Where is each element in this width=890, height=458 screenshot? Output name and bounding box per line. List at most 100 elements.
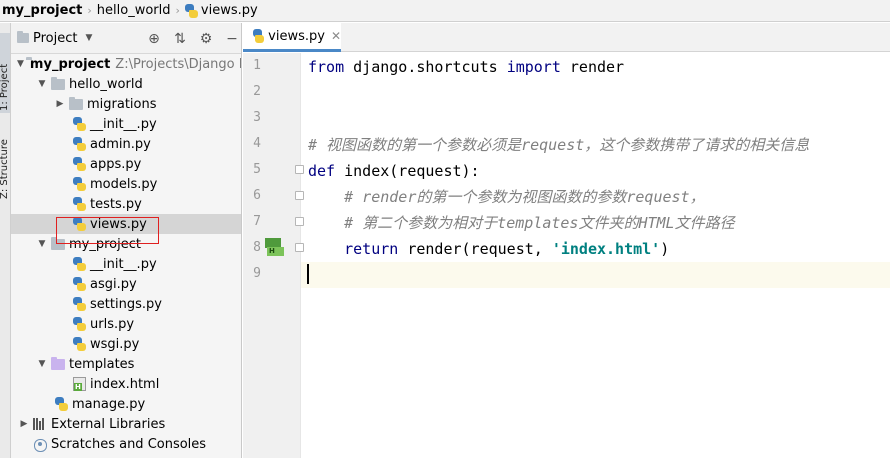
- gear-icon[interactable]: ⚙: [197, 30, 215, 48]
- chevron-down-icon: ▼: [85, 33, 93, 43]
- tab-label: views.py: [268, 28, 325, 44]
- editor-gutter: 1 2 3 4 5 6 7 8 9 H: [243, 53, 304, 458]
- python-file-icon: [73, 117, 86, 131]
- tree-item-label: tests.py: [90, 196, 142, 212]
- line-number: 2: [253, 84, 261, 99]
- html-file-icon: H: [73, 377, 86, 391]
- tree-item-label: settings.py: [90, 296, 162, 312]
- tree-item-label: urls.py: [90, 316, 135, 332]
- folder-icon: [69, 96, 83, 110]
- tree-item-wsgi[interactable]: wsgi.py: [11, 334, 241, 354]
- template-folder-icon: [51, 356, 65, 370]
- code-line-5: def index(request):: [308, 158, 480, 184]
- fold-end-icon[interactable]: [295, 243, 304, 252]
- chevron-down-icon[interactable]: ▼: [17, 59, 24, 69]
- chevron-down-icon[interactable]: ▼: [35, 79, 49, 89]
- tree-item-label: views.py: [90, 216, 147, 232]
- tree-item-my-project[interactable]: ▼ my_project Z:\Projects\Django P: [11, 54, 241, 74]
- tool-window-strip: 1: Project Z: Structure: [0, 23, 11, 458]
- code-text: index(request):: [335, 162, 480, 180]
- tree-item-pkg-init[interactable]: __init__.py: [11, 254, 241, 274]
- tree-item-urls[interactable]: urls.py: [11, 314, 241, 334]
- hide-icon[interactable]: −: [223, 30, 241, 48]
- code-text: ): [660, 240, 670, 258]
- chevron-down-icon[interactable]: ▼: [35, 359, 49, 369]
- code-line-8: return render(request, 'index.html'): [308, 236, 669, 262]
- tree-item-templates[interactable]: ▼ templates: [11, 354, 241, 374]
- tree-item-settings[interactable]: settings.py: [11, 294, 241, 314]
- python-file-icon: [73, 297, 86, 311]
- python-file-icon: [73, 317, 86, 331]
- tree-item-hello-world[interactable]: ▼ hello_world: [11, 74, 241, 94]
- close-icon[interactable]: ✕: [331, 29, 341, 43]
- tree-item-label: hello_world: [69, 76, 143, 92]
- breadcrumb-file[interactable]: views.py: [184, 3, 258, 18]
- structure-tool-tab[interactable]: Z: Structure: [0, 119, 10, 199]
- tree-item-views[interactable]: views.py: [11, 214, 241, 234]
- target-icon[interactable]: ⊕: [145, 30, 163, 48]
- tree-item-index-html[interactable]: H index.html: [11, 374, 241, 394]
- python-file-icon: [73, 257, 86, 271]
- python-file-icon: [55, 397, 68, 411]
- folder-icon: [51, 76, 65, 90]
- breadcrumb-folder[interactable]: hello_world: [97, 3, 171, 18]
- tree-item-apps[interactable]: apps.py: [11, 154, 241, 174]
- libraries-icon: [33, 418, 47, 430]
- tree-item-my-project-package[interactable]: ▼ my_project: [11, 234, 241, 254]
- tree-item-label: apps.py: [90, 156, 142, 172]
- tree-item-external-libraries[interactable]: ▶ External Libraries: [11, 414, 241, 434]
- keyword: def: [308, 162, 336, 180]
- tree-item-tests[interactable]: tests.py: [11, 194, 241, 214]
- keyword: return: [308, 240, 399, 258]
- tree-item-label: index.html: [90, 376, 160, 392]
- tab-views-py[interactable]: views.py ✕: [243, 23, 341, 52]
- python-file-icon: [73, 277, 86, 291]
- editor-tab-bar: views.py ✕: [243, 23, 890, 52]
- code-line-9-current: [301, 262, 890, 288]
- code-line-6: # render的第一个参数为视图函数的参数request，: [308, 188, 705, 206]
- project-panel: Project ▼ ⊕ ⇅ ⚙ − ▼ my_project Z:\Projec…: [11, 23, 242, 458]
- breadcrumb-file-label: views.py: [200, 3, 258, 18]
- keyword: from: [308, 58, 345, 76]
- tree-item-label: asgi.py: [90, 276, 137, 292]
- chevron-right-icon[interactable]: ▶: [53, 99, 67, 109]
- project-view-dropdown[interactable]: Project ▼: [17, 31, 92, 46]
- tree-item-scratches[interactable]: Scratches and Consoles: [11, 434, 241, 454]
- breadcrumb-project[interactable]: my_project: [2, 3, 82, 18]
- fold-marker-icon: [295, 217, 304, 226]
- line-number: 3: [253, 110, 261, 125]
- template-link-icon[interactable]: H: [265, 238, 285, 258]
- tree-item-label: External Libraries: [51, 416, 166, 432]
- code-line-1: from django.shortcuts import render: [308, 54, 624, 80]
- breadcrumb: my_project › hello_world › views.py: [0, 0, 890, 22]
- tree-item-asgi[interactable]: asgi.py: [11, 274, 241, 294]
- line-number: 8: [253, 240, 261, 255]
- tree-item-label: admin.py: [90, 136, 151, 152]
- python-file-icon: [73, 197, 86, 211]
- tree-item-models[interactable]: models.py: [11, 174, 241, 194]
- tree-item-manage[interactable]: manage.py: [11, 394, 241, 414]
- python-file-icon: [184, 3, 198, 18]
- tree-item-hello-init[interactable]: __init__.py: [11, 114, 241, 134]
- chevron-down-icon[interactable]: ▼: [35, 239, 49, 249]
- tree-item-label: models.py: [90, 176, 158, 192]
- line-number: 5: [253, 162, 261, 177]
- project-tool-tab[interactable]: 1: Project: [0, 33, 10, 113]
- project-panel-title: Project: [33, 30, 78, 46]
- collapse-all-icon[interactable]: ⇅: [171, 30, 189, 48]
- line-number: 6: [253, 188, 261, 203]
- tree-item-label: Scratches and Consoles: [51, 436, 207, 452]
- tree-item-admin[interactable]: admin.py: [11, 134, 241, 154]
- text-caret: [307, 264, 309, 284]
- folder-icon: [51, 236, 65, 250]
- code-editor: views.py ✕ 1 2 3 4 5 6 7 8 9 H from djan…: [243, 23, 890, 458]
- fold-toggle-icon[interactable]: [295, 165, 304, 174]
- code-text: render: [560, 58, 625, 76]
- python-file-icon: [73, 177, 86, 191]
- tree-item-migrations[interactable]: ▶ migrations: [11, 94, 241, 114]
- fold-marker-icon: [295, 191, 304, 200]
- line-number: 1: [253, 58, 261, 73]
- chevron-right-icon[interactable]: ▶: [17, 419, 31, 429]
- tree-item-label: my_project: [69, 236, 141, 252]
- tree-item-label: templates: [69, 356, 135, 372]
